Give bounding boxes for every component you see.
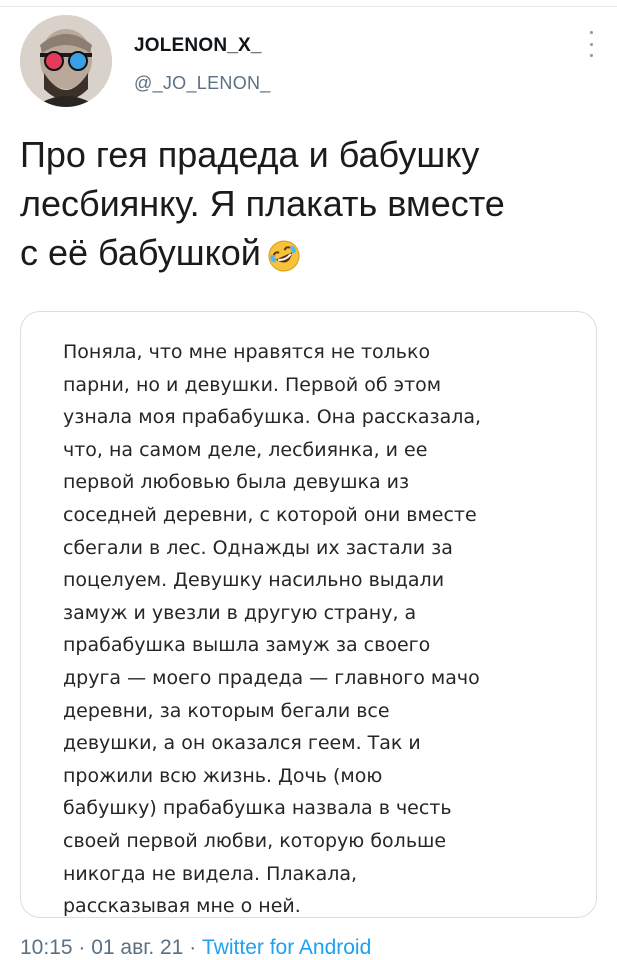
avatar[interactable] — [20, 15, 112, 107]
dot — [589, 31, 593, 34]
timestamp[interactable]: 10:15 · 01 авг. 21 · — [20, 936, 202, 959]
display-name[interactable]: JOLENON_X_ — [134, 35, 262, 57]
rolling-on-floor-laughing-emoji-icon — [267, 236, 301, 285]
more-options-icon[interactable] — [586, 31, 596, 57]
handle[interactable]: @_JO_LENON_ — [134, 73, 271, 94]
tweet-footer: 10:15 · 01 авг. 21 · Twitter for Android — [20, 936, 600, 960]
avatar-lenin-3d-glasses-icon — [20, 15, 112, 107]
dot — [589, 54, 593, 57]
tweet-text-content: Про гея прадеда и бабушку лесбиянку. Я п… — [20, 134, 505, 273]
tweet-header: JOLENON_X_ @_JO_LENON_ — [20, 15, 600, 110]
tweet-text: Про гея прадеда и бабушку лесбиянку. Я п… — [20, 130, 600, 285]
tweet-page: JOLENON_X_ @_JO_LENON_ Про гея прадеда и… — [0, 0, 617, 960]
dot — [589, 42, 593, 46]
attached-image-card[interactable]: Поняла, что мне нравятся не только парни… — [20, 311, 597, 918]
top-divider — [0, 6, 617, 7]
image-text: Поняла, что мне нравятся не только парни… — [63, 341, 482, 918]
source-app-link[interactable]: Twitter for Android — [202, 936, 371, 959]
